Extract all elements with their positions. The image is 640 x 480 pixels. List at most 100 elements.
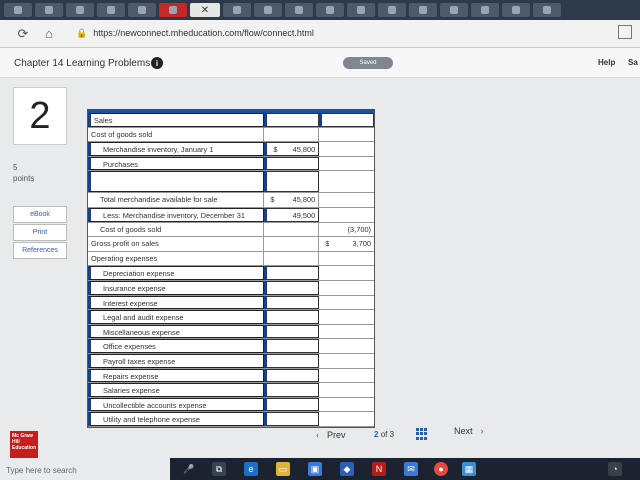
browser-tab[interactable] [378,3,406,17]
account-input[interactable]: Less: Merchandise inventory, December 31 [88,207,265,222]
browser-tab[interactable] [502,3,530,17]
account-input[interactable]: Payroll taxes expense [88,353,265,368]
total-cell [319,383,374,397]
account-input[interactable]: Uncollectible accounts expense [88,397,265,412]
account-input[interactable]: Interest expense [88,295,265,310]
prev-button[interactable]: ‹ Prev [316,430,346,440]
mail-icon[interactable]: ✉ [404,462,418,476]
total-cell [319,142,374,156]
browser-tab[interactable] [128,3,156,17]
info-icon[interactable]: i [151,57,163,69]
url-field[interactable]: 🔒 https://newconnect.mheducation.com/flow… [76,28,314,39]
amount-input[interactable] [264,310,320,324]
reading-view-icon[interactable] [618,25,632,39]
dropbox-icon[interactable]: ◆ [340,462,354,476]
account-input[interactable]: Utility and telephone expense [88,412,265,426]
total-input[interactable] [319,113,374,127]
browser-tab[interactable] [159,3,187,17]
amount-input[interactable] [264,383,320,397]
chrome-icon[interactable]: ● [434,462,448,476]
amount-input[interactable] [264,339,320,353]
amount-input[interactable] [264,353,320,368]
row-label: Gross profit on sales [88,237,265,251]
total-cell: $3,700 [319,237,374,251]
page-title: Chapter 14 Learning Problems [14,58,151,69]
table-row: Merchandise inventory, January 1 $45,800 [88,142,374,157]
notification-icon[interactable]: ◔ [608,462,622,476]
amount-input[interactable] [264,113,320,127]
total-cell [319,208,374,222]
account-input[interactable]: Insurance expense [88,280,265,295]
tab-favicon-icon [326,6,334,14]
help-link[interactable]: Help [598,58,615,67]
browser-tab[interactable] [347,3,375,17]
tab-favicon-icon [169,6,177,14]
address-bar: ⟳ ⌂ 🔒 https://newconnect.mheducation.com/… [0,20,640,48]
amount-value: 45,800 [292,145,316,155]
browser-tab[interactable] [66,3,94,17]
amount-input[interactable] [264,324,320,339]
table-row: Repairs expense [88,368,374,384]
browser-tab[interactable] [409,3,437,17]
account-input[interactable]: Miscellaneous expense [88,324,265,339]
account-input[interactable]: Sales [88,113,265,127]
url-text: https://newconnect.mheducation.com/flow/… [93,28,314,38]
file-explorer-icon[interactable]: ▭ [276,462,290,476]
browser-tab[interactable] [223,3,251,17]
table-row: Less: Merchandise inventory, December 31… [88,207,374,223]
netflix-icon[interactable]: N [372,462,386,476]
account-input[interactable]: Office expenses [88,339,265,353]
browser-tab[interactable] [316,3,344,17]
amount-input[interactable] [264,266,320,280]
amount-input[interactable]: 49,500 [264,207,320,222]
table-row: Operating expenses [88,251,374,267]
task-view-icon[interactable]: ⧉ [212,462,226,476]
browser-tab[interactable] [254,3,282,17]
browser-tab[interactable] [533,3,561,17]
amount-input[interactable] [264,368,320,383]
table-row: Insurance expense [88,280,374,296]
ebook-button[interactable]: eBook [13,206,67,223]
total-cell [319,296,374,310]
total-cell [319,310,374,324]
save-exit-link[interactable]: Sa [628,58,638,67]
account-input[interactable]: Purchases [88,156,265,171]
print-button[interactable]: Print [13,224,67,241]
account-input[interactable]: Salaries expense [88,383,265,397]
browser-tab[interactable] [440,3,468,17]
home-icon[interactable]: ⌂ [40,25,58,43]
microphone-icon[interactable]: 🎤 [182,462,196,476]
account-input[interactable]: Depreciation expense [88,266,265,280]
points-label: points [13,174,35,183]
references-button[interactable]: References [13,242,67,259]
browser-tab[interactable] [4,3,32,17]
refresh-icon[interactable]: ⟳ [14,25,32,43]
os-taskbar: Type here to search 🎤 ⧉ e ▭ ▣ ◆ N ✉ ● ▦ … [0,458,640,480]
amount-input[interactable] [264,397,320,412]
browser-tab-active[interactable]: ✕ [190,3,220,17]
browser-tab[interactable] [285,3,313,17]
taskbar-search-input[interactable]: Type here to search [0,458,170,480]
amount-input[interactable] [264,280,320,295]
close-icon[interactable]: ✕ [201,5,209,16]
account-input[interactable]: Legal and audit expense [88,310,265,324]
total-cell [319,325,374,339]
account-input[interactable] [88,171,265,193]
amount-input[interactable] [264,171,320,193]
edge-browser-icon[interactable]: e [244,462,258,476]
store-icon[interactable]: ▣ [308,462,322,476]
browser-tab[interactable] [35,3,63,17]
total-cell [319,266,374,280]
browser-tab[interactable] [97,3,125,17]
amount-input[interactable] [264,156,320,171]
account-input[interactable]: Repairs expense [88,368,265,383]
question-grid-icon[interactable] [416,428,428,440]
total-cell [319,281,374,295]
amount-input[interactable] [264,412,320,426]
amount-input[interactable] [264,295,320,310]
browser-tab[interactable] [471,3,499,17]
account-input[interactable]: Merchandise inventory, January 1 [88,142,265,156]
photos-icon[interactable]: ▦ [462,462,476,476]
amount-input[interactable]: $45,800 [264,142,320,156]
next-button[interactable]: Next › [454,426,484,436]
